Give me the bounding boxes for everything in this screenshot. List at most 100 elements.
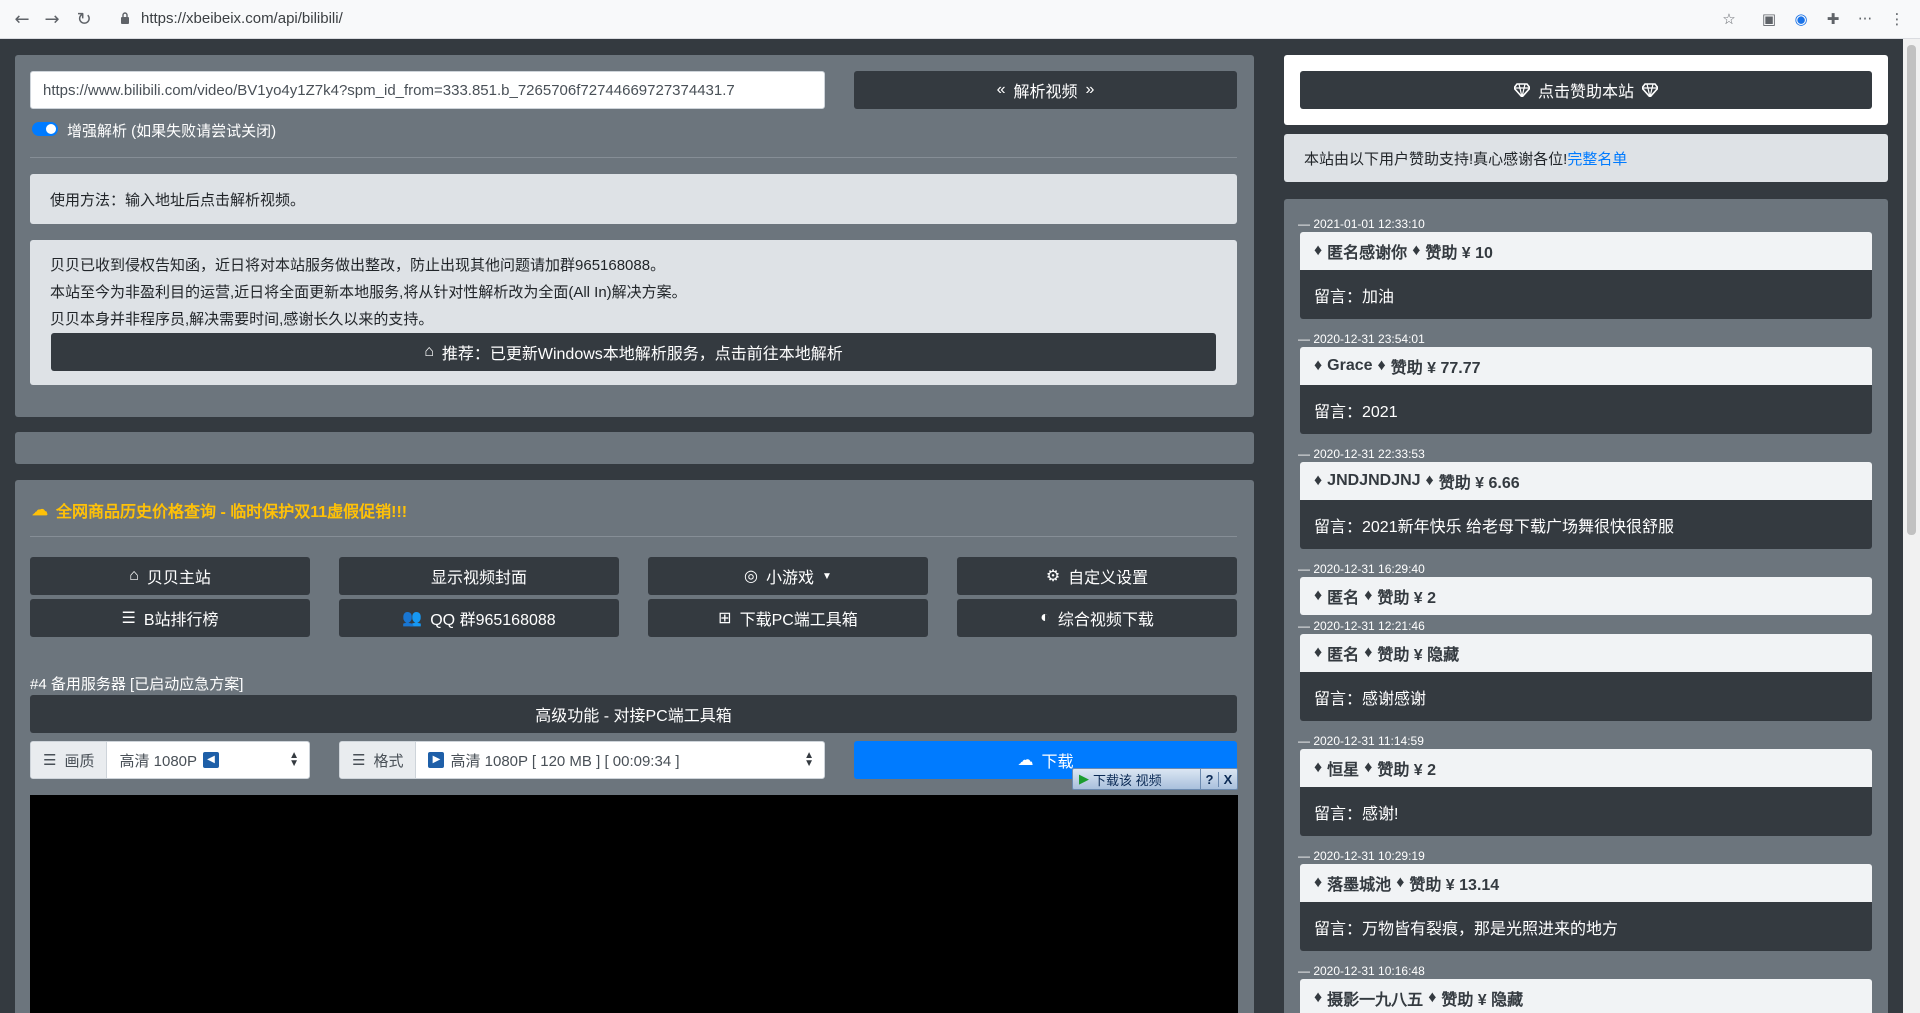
custom-settings-button[interactable]: ⚙ 自定义设置 xyxy=(957,557,1237,595)
promo-link[interactable]: ☁ 全网商品历史价格查询 - 临时保护双11虚假促销!!! xyxy=(32,498,407,522)
notice-line-1: 贝贝已收到侵权告知函，近日将对本站服务做出整改，防止出现其他问题请加群96516… xyxy=(50,257,666,274)
enhance-toggle[interactable] xyxy=(32,122,58,136)
home-site-label: 贝贝主站 xyxy=(146,570,211,587)
games-dropdown-button[interactable]: ◎ 小游戏 ▼ xyxy=(648,557,928,595)
pc-toolbox-button[interactable]: ⊞ 下载PC端工具箱 xyxy=(648,599,928,637)
caret-down-icon: ▼ xyxy=(822,570,832,582)
entry-head: ♦ 恒星 ♦ 赞助 ¥ 2 xyxy=(1300,749,1872,787)
users-icon: 👥 xyxy=(402,610,423,627)
play-icon: ▶ xyxy=(1079,771,1089,786)
quality-select[interactable]: ☰ 画质 高清 1080P ◀ ▲ ▼ xyxy=(30,741,310,779)
entry-name: 匿名感谢你 xyxy=(1327,245,1408,262)
scrollbar-thumb[interactable] xyxy=(1907,45,1916,535)
diamond-icon xyxy=(1642,83,1658,97)
download-label: 下载 xyxy=(1041,754,1074,771)
double-chevron-right-icon: » xyxy=(1085,81,1095,98)
help-button[interactable]: ? xyxy=(1201,771,1219,787)
entry-name: 匿名 xyxy=(1327,647,1360,664)
sponsor-feed: — 2021-01-01 12:33:10 ♦ 匿名感谢你 ♦ 赞助 ¥ 10 留言… xyxy=(1284,199,1888,1013)
advanced-features-label: 高级功能 - 对接PC端工具箱 xyxy=(535,708,732,725)
forward-arrow-icon[interactable]: → xyxy=(40,8,64,32)
quality-prefix: ☰ 画质 xyxy=(31,742,108,778)
back-arrow-icon[interactable]: ← xyxy=(10,8,34,32)
full-list-link[interactable]: 完整名单 xyxy=(1567,148,1627,169)
diamond-icon: ♦ xyxy=(1314,989,1323,1006)
left-triangle-icon: ◀ xyxy=(203,752,220,768)
home-site-button[interactable]: ⌂ 贝贝主站 xyxy=(30,557,310,595)
reload-icon[interactable]: ↻ xyxy=(72,8,96,32)
home-icon: ⌂ xyxy=(129,567,139,584)
diamond-icon: ♦ xyxy=(1364,759,1373,776)
diamond-icon: ♦ xyxy=(1314,472,1323,489)
entry-date: — 2020-12-31 10:29:19 xyxy=(1298,849,1425,863)
list-icon: ☰ xyxy=(352,752,366,769)
diamond-icon: ♦ xyxy=(1314,874,1323,891)
cloud-download-icon: ☁ xyxy=(1017,752,1034,769)
extension-icon[interactable]: ▣ xyxy=(1759,9,1779,29)
server-label: #4 备用服务器 [已启动应急方案] xyxy=(30,676,244,693)
games-label: 小游戏 xyxy=(766,570,815,587)
cloud-icon: ☁ xyxy=(32,502,48,519)
gamepad-icon: ◎ xyxy=(744,568,759,585)
recommend-local-button[interactable]: ⌂ 推荐：已更新Windows本地解析服务，点击前往本地解析 xyxy=(51,333,1216,371)
entry-amount: 赞助 ¥ 6.66 xyxy=(1438,475,1520,492)
diamond-icon: ♦ xyxy=(1377,357,1386,374)
page-scrollbar[interactable] xyxy=(1903,39,1920,1013)
entry-head: ♦ 落墨城池 ♦ 赞助 ¥ 13.14 xyxy=(1300,864,1872,902)
recommend-label: 推荐：已更新Windows本地解析服务，点击前往本地解析 xyxy=(441,346,843,363)
puzzle-icon[interactable]: ✚ xyxy=(1823,9,1843,29)
entry-amount: 赞助 ¥ 隐藏 xyxy=(1441,992,1524,1009)
address-bar[interactable]: https://xbeibeix.com/api/bilibili/ xyxy=(141,10,343,27)
globe-icon: ◐ xyxy=(1040,609,1050,626)
sponsor-thanks: 本站由以下用户赞助支持!真心感谢各位! 完整名单 xyxy=(1284,134,1888,182)
entry-message: 留言：万物皆有裂痕，那是光照进来的地方 xyxy=(1300,902,1872,951)
ranking-label: B站排行榜 xyxy=(143,612,219,629)
entry-head: ♦ 匿名 ♦ 赞助 ¥ 隐藏 xyxy=(1300,634,1872,672)
parse-video-button[interactable]: « 解析视频 » xyxy=(854,71,1237,109)
show-cover-button[interactable]: 显示视频封面 xyxy=(339,557,619,595)
usage-text: 使用方法：输入地址后点击解析视频。 xyxy=(50,191,306,209)
star-icon[interactable]: ☆ xyxy=(1719,9,1739,29)
qq-group-button[interactable]: 👥 QQ 群965168088 xyxy=(339,599,619,637)
usage-box: 使用方法：输入地址后点击解析视频。 xyxy=(30,174,1237,224)
diamond-icon: ♦ xyxy=(1314,644,1323,661)
entry-head: ♦ Grace ♦ 赞助 ¥ 77.77 xyxy=(1300,347,1872,385)
diamond-icon: ♦ xyxy=(1314,357,1323,374)
video-download-button[interactable]: ◐ 综合视频下载 xyxy=(957,599,1237,637)
diamond-icon: ♦ xyxy=(1425,472,1434,489)
entry-name: JNDJNDJNJ xyxy=(1327,472,1421,489)
entry-head: ♦ 匿名 ♦ 赞助 ¥ 2 xyxy=(1300,577,1872,615)
entry-date: — 2020-12-31 12:21:46 xyxy=(1298,619,1425,633)
entry-amount: 赞助 ¥ 13.14 xyxy=(1409,877,1500,894)
advanced-features-button[interactable]: 高级功能 - 对接PC端工具箱 xyxy=(30,695,1237,733)
quality-value-box[interactable]: 高清 1080P ◀ ▲ ▼ xyxy=(107,742,309,778)
video-player[interactable] xyxy=(30,795,1238,1013)
parse-video-label: 解析视频 xyxy=(1013,84,1078,101)
browser-toolbar: ← → ↻ https://xbeibeix.com/api/bilibili/… xyxy=(0,0,1920,39)
download-video-overlay[interactable]: ▶ 下载该 视频 ? X xyxy=(1072,768,1238,790)
entry-name: 落墨城池 xyxy=(1327,877,1392,894)
menu-icon[interactable]: ⋮ xyxy=(1887,9,1907,29)
entry-name: 匿名 xyxy=(1327,590,1360,607)
sync-icon[interactable]: ◉ xyxy=(1791,9,1811,29)
divider xyxy=(30,157,1237,158)
ranking-button[interactable]: ☰ B站排行榜 xyxy=(30,599,310,637)
home-icon: ⌂ xyxy=(424,343,434,360)
entry-amount: 赞助 ¥ 隐藏 xyxy=(1377,647,1460,664)
video-url-input[interactable]: https://www.bilibili.com/video/BV1yo4y1Z… xyxy=(30,71,825,109)
format-value-box[interactable]: ▶ 高清 1080P [ 120 MB ] [ 00:09:34 ] ▲ ▼ xyxy=(416,742,824,778)
more-icon[interactable]: ··· xyxy=(1855,9,1875,29)
format-prefix: ☰ 格式 xyxy=(340,742,417,778)
entry-head: ♦ 摄影一九八五 ♦ 赞助 ¥ 隐藏 xyxy=(1300,979,1872,1013)
close-overlay-button[interactable]: X xyxy=(1219,772,1237,787)
list-icon: ☰ xyxy=(43,752,57,769)
thanks-text: 本站由以下用户赞助支持!真心感谢各位! xyxy=(1304,150,1568,168)
entry-head: ♦ 匿名感谢你 ♦ 赞助 ¥ 10 xyxy=(1300,232,1872,270)
sponsor-button[interactable]: 点击赞助本站 xyxy=(1300,71,1872,109)
format-select[interactable]: ☰ 格式 ▶ 高清 1080P [ 120 MB ] [ 00:09:34 ] ▲… xyxy=(339,741,825,779)
download-video-overlay-button[interactable]: ▶ 下载该 视频 xyxy=(1073,769,1201,789)
diamond-icon: ♦ xyxy=(1412,242,1421,259)
entry-amount: 赞助 ¥ 2 xyxy=(1377,762,1437,779)
diamond-icon: ♦ xyxy=(1364,587,1373,604)
entry-message: 留言：2021新年快乐 给老母下载广场舞很快很舒服 xyxy=(1300,500,1872,549)
